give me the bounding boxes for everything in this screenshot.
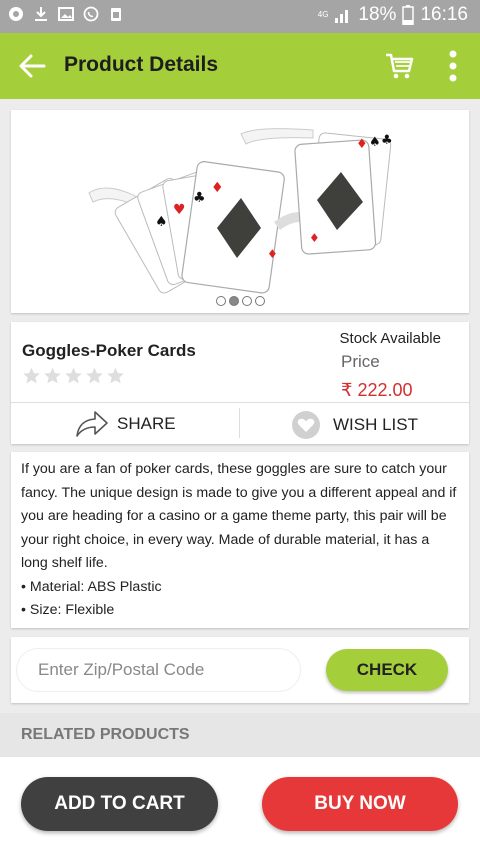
- bottom-action-bar: ADD TO CART BUY NOW: [0, 757, 480, 854]
- svg-text:♣: ♣: [193, 190, 206, 206]
- star-icon: [65, 367, 82, 384]
- svg-text:♥: ♥: [173, 202, 186, 218]
- divider: [239, 408, 240, 438]
- svg-text:♦: ♦: [309, 231, 320, 245]
- status-bar: 4G 18% 16:16: [0, 0, 480, 33]
- battery-icon: [402, 5, 415, 25]
- svg-text:♣: ♣: [381, 133, 393, 148]
- product-name: Goggles-Poker Cards: [22, 341, 196, 360]
- svg-text:♦: ♦: [267, 247, 278, 261]
- product-image-carousel[interactable]: ♠ ♥ ♣ ♦ ♦ ♦ ♠ ♣ ♦: [11, 110, 469, 313]
- stock-status: Stock Available: [339, 330, 441, 347]
- star-icon: [86, 367, 103, 384]
- download-icon: [35, 7, 47, 21]
- svg-text:♦: ♦: [356, 137, 368, 152]
- clipboard-icon: [111, 8, 121, 21]
- carousel-dot-active[interactable]: [228, 296, 239, 306]
- page-title: Product Details: [64, 53, 219, 76]
- spec-item: Size: Flexible: [21, 599, 459, 623]
- svg-text:♠: ♠: [369, 135, 381, 150]
- more-vert-icon[interactable]: [446, 49, 460, 83]
- share-icon: [76, 411, 108, 437]
- spec-item: Material: ABS Plastic: [21, 576, 459, 600]
- divider: [11, 402, 469, 403]
- heart-icon: [292, 411, 320, 439]
- star-icon: [23, 367, 40, 384]
- price-value: ₹ 222.00: [341, 380, 413, 400]
- svg-text:♦: ♦: [211, 180, 224, 196]
- add-to-cart-button[interactable]: ADD TO CART: [21, 777, 218, 831]
- svg-text:♠: ♠: [155, 214, 168, 230]
- star-icon: [107, 367, 124, 384]
- carousel-dot[interactable]: [215, 296, 226, 306]
- related-products-label: RELATED PRODUCTS: [21, 726, 190, 743]
- whatsapp-icon: [83, 6, 99, 22]
- share-label: SHARE: [117, 414, 176, 433]
- product-info-card: Goggles-Poker Cards Stock Available Pric…: [11, 322, 469, 444]
- buy-now-button[interactable]: BUY NOW: [262, 777, 458, 831]
- share-button[interactable]: SHARE: [75, 410, 176, 438]
- wishlist-label: WISH LIST: [333, 415, 419, 434]
- cart-icon[interactable]: [384, 51, 414, 81]
- description-text: If you are a fan of poker cards, these g…: [21, 461, 457, 571]
- zip-check-card: CHECK: [11, 637, 469, 703]
- gallery-icon: [58, 7, 74, 21]
- clock: 16:16: [420, 4, 468, 25]
- app-bar: Product Details: [0, 33, 480, 99]
- back-arrow-icon[interactable]: [18, 52, 46, 80]
- price-label: Price: [341, 352, 380, 371]
- related-products-header: RELATED PRODUCTS: [0, 713, 480, 757]
- zip-input[interactable]: [16, 648, 301, 692]
- product-image: ♠ ♥ ♣ ♦ ♦ ♦ ♠ ♣ ♦: [88, 128, 393, 294]
- check-button[interactable]: CHECK: [326, 649, 448, 691]
- carousel-dot[interactable]: [254, 296, 265, 306]
- carousel-indicator: [0, 296, 480, 306]
- carousel-dot[interactable]: [241, 296, 252, 306]
- wishlist-button[interactable]: WISH LIST: [291, 410, 418, 440]
- chrome-icon: [9, 7, 23, 21]
- signal-icon: [335, 10, 349, 23]
- star-icon: [44, 367, 61, 384]
- rating-stars[interactable]: [22, 366, 125, 385]
- battery-percent: 18%: [358, 4, 397, 25]
- network-type: 4G: [317, 10, 329, 19]
- product-description: If you are a fan of poker cards, these g…: [11, 452, 469, 628]
- spec-list: Material: ABS Plastic Size: Flexible: [21, 576, 459, 623]
